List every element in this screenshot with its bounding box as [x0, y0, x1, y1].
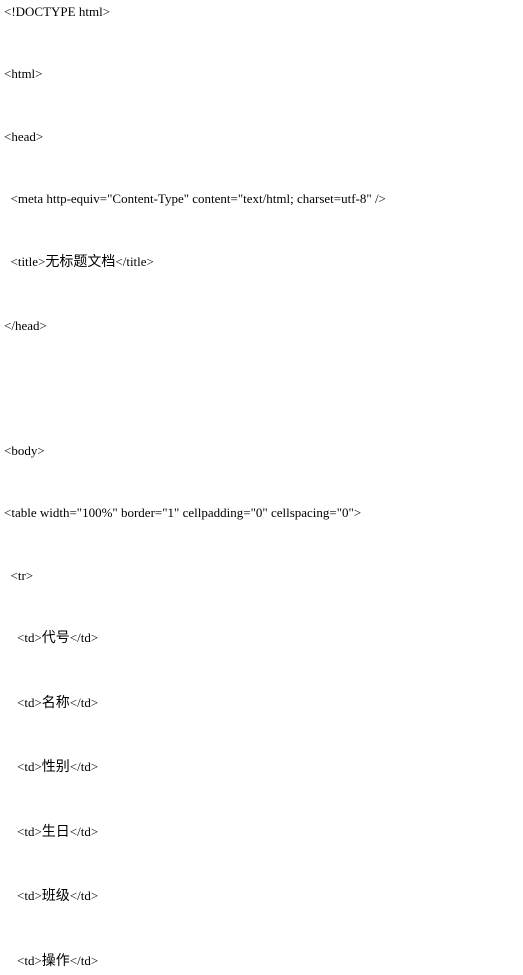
blank-line — [4, 396, 519, 412]
tag-close: </td> — [70, 824, 98, 839]
blank-line — [4, 458, 519, 474]
code-line: <title>无标题文档</title> — [4, 254, 519, 272]
blank-line — [4, 98, 519, 114]
blank-line — [4, 160, 519, 176]
blank-line — [4, 20, 519, 36]
blank-line — [4, 777, 519, 793]
blank-line — [4, 808, 519, 824]
blank-line — [4, 744, 519, 760]
tag-open: <td> — [4, 888, 42, 903]
blank-line — [4, 728, 519, 744]
tag-close: </td> — [70, 759, 98, 774]
blank-line — [4, 841, 519, 857]
blank-line — [4, 380, 519, 396]
code-line: <td>操作</td> — [4, 953, 519, 971]
tag-close: </td> — [70, 630, 98, 645]
code-line: <html> — [4, 66, 519, 82]
tag-open: <td> — [4, 824, 42, 839]
blank-line — [4, 113, 519, 129]
blank-line — [4, 679, 519, 695]
blank-line — [4, 176, 519, 192]
cell-text: 名称 — [42, 696, 70, 711]
cell-text: 操作 — [42, 954, 70, 969]
code-line: <td>性别</td> — [4, 759, 519, 777]
blank-line — [4, 334, 519, 350]
code-line: <table width="100%" border="1" cellpaddi… — [4, 505, 519, 521]
blank-line — [4, 287, 519, 303]
tag-close: </td> — [70, 695, 98, 710]
blank-line — [4, 937, 519, 953]
blank-line — [4, 82, 519, 98]
cell-text: 性别 — [42, 760, 70, 775]
blank-line — [4, 412, 519, 428]
blank-line — [4, 427, 519, 443]
blank-line — [4, 490, 519, 506]
blank-line — [4, 365, 519, 381]
blank-line — [4, 207, 519, 223]
code-line: <body> — [4, 443, 519, 459]
blank-line — [4, 271, 519, 287]
blank-line — [4, 35, 519, 51]
tag-open: <td> — [4, 695, 42, 710]
blank-line — [4, 906, 519, 922]
cell-text: 生日 — [42, 825, 70, 840]
code-line: <td>代号</td> — [4, 630, 519, 648]
blank-line — [4, 238, 519, 254]
blank-line — [4, 536, 519, 552]
blank-line — [4, 51, 519, 67]
tag-open: <td> — [4, 759, 42, 774]
blank-line — [4, 712, 519, 728]
tag-open: <td> — [4, 630, 42, 645]
code-line: <head> — [4, 129, 519, 145]
blank-line — [4, 663, 519, 679]
tag-close: </td> — [70, 888, 98, 903]
blank-line — [4, 474, 519, 490]
blank-line — [4, 521, 519, 537]
cell-text: 代号 — [42, 631, 70, 646]
code-line: <td>生日</td> — [4, 824, 519, 842]
blank-line — [4, 222, 519, 238]
blank-line — [4, 349, 519, 365]
blank-line — [4, 599, 519, 615]
blank-line — [4, 793, 519, 809]
tag-close: </td> — [70, 953, 98, 968]
blank-line — [4, 873, 519, 889]
code-line: <td>班级</td> — [4, 888, 519, 906]
code-line: </head> — [4, 318, 519, 334]
blank-line — [4, 648, 519, 664]
blank-line — [4, 583, 519, 599]
blank-line — [4, 857, 519, 873]
cell-text: 班级 — [42, 889, 70, 904]
tag-close: </title> — [115, 254, 154, 269]
code-line: <tr> — [4, 568, 519, 584]
code-line: <!DOCTYPE html> — [4, 4, 519, 20]
blank-line — [4, 144, 519, 160]
title-text: 无标题文档 — [45, 255, 115, 270]
blank-line — [4, 922, 519, 938]
tag-open: <td> — [4, 953, 42, 968]
code-line: <meta http-equiv="Content-Type" content=… — [4, 191, 519, 207]
tag-open: <title> — [4, 254, 45, 269]
code-block: <!DOCTYPE html> <html> <head> <meta http… — [4, 4, 519, 971]
blank-line — [4, 302, 519, 318]
blank-line — [4, 552, 519, 568]
blank-line — [4, 614, 519, 630]
code-line: <td>名称</td> — [4, 695, 519, 713]
